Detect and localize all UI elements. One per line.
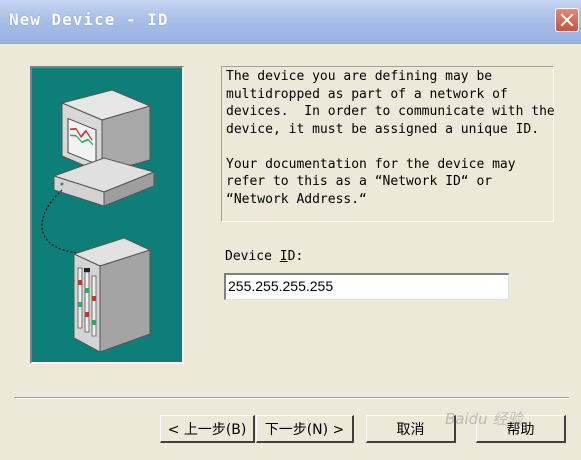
device-id-input[interactable]: 255.255.255.255: [224, 273, 509, 300]
device-id-label-accesskey: I: [279, 249, 288, 264]
next-button[interactable]: 下一步(N) >: [256, 415, 354, 443]
wizard-illustration: [30, 66, 184, 364]
device-id-label-post: D:: [287, 249, 304, 264]
cancel-button[interactable]: 取消: [366, 415, 456, 443]
close-icon[interactable]: [555, 8, 579, 32]
description-paragraph-1: The device you are defining may be multi…: [226, 69, 555, 137]
device-id-label-pre: Device: [225, 249, 280, 264]
dialog-window: New Device - ID The device you are defin…: [0, 0, 581, 460]
window-title: New Device - ID: [9, 10, 169, 29]
description-paragraph-2: Your documentation for the device may re…: [226, 156, 516, 207]
separator: [14, 397, 569, 399]
back-button[interactable]: < 上一步(B): [160, 415, 255, 443]
device-id-label: Device ID:: [225, 249, 303, 264]
title-bar[interactable]: New Device - ID: [0, 0, 581, 44]
description-box: The device you are defining may be multi…: [221, 66, 555, 222]
computer-device-illustration: [41, 89, 156, 353]
description-text: The device you are defining may be multi…: [226, 68, 555, 208]
watermark-logo: Baidu 经验: [445, 410, 523, 428]
